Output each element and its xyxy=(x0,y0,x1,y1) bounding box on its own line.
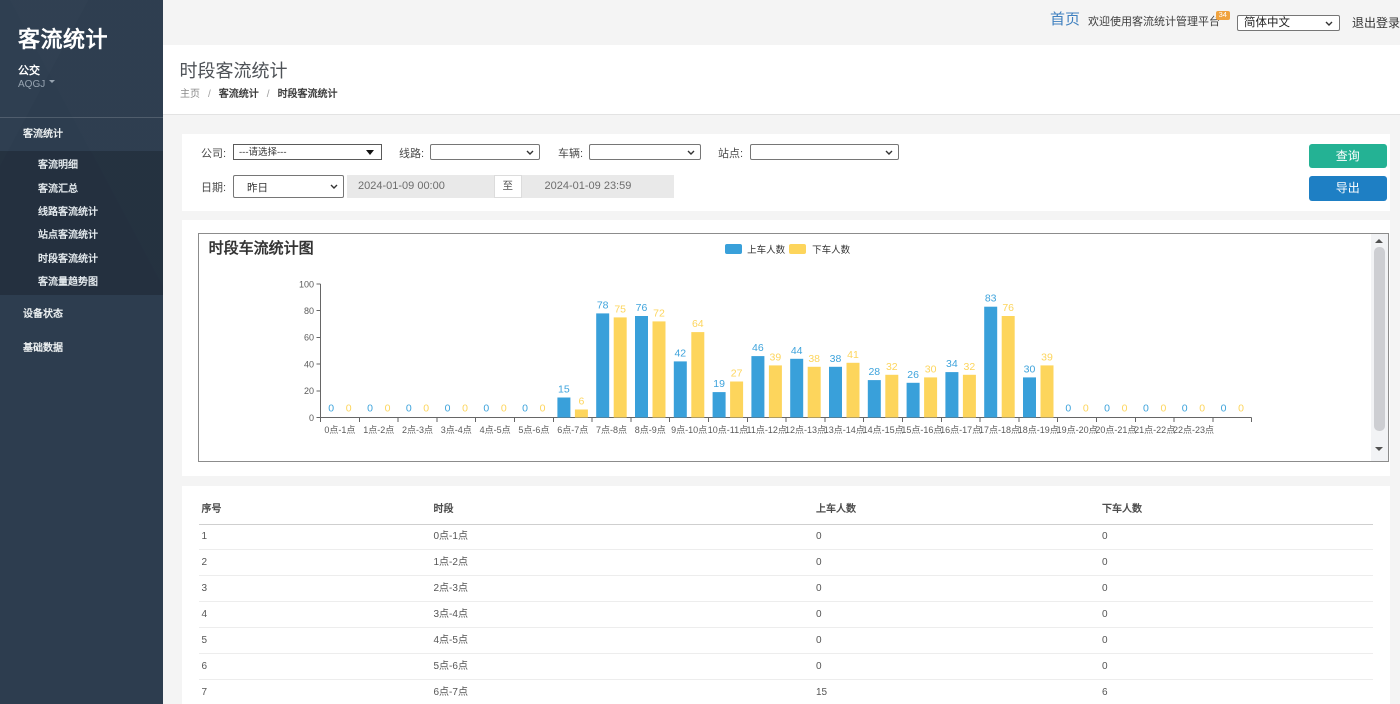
svg-text:100: 100 xyxy=(299,279,314,289)
svg-text:0: 0 xyxy=(328,402,334,414)
svg-text:19: 19 xyxy=(713,378,725,390)
svg-text:0: 0 xyxy=(1082,402,1088,414)
svg-text:0: 0 xyxy=(384,402,390,414)
svg-text:0: 0 xyxy=(1238,402,1244,414)
svg-text:76: 76 xyxy=(1002,302,1014,314)
svg-text:0: 0 xyxy=(1199,402,1205,414)
svg-text:20: 20 xyxy=(304,386,314,396)
svg-text:0点-1点: 0点-1点 xyxy=(324,425,355,435)
svg-text:13点-14点: 13点-14点 xyxy=(823,425,864,435)
svg-text:0: 0 xyxy=(522,402,528,414)
svg-text:7点-8点: 7点-8点 xyxy=(596,425,627,435)
svg-text:20点-21点: 20点-21点 xyxy=(1095,425,1136,435)
svg-text:16点-17点: 16点-17点 xyxy=(940,425,981,435)
svg-text:44: 44 xyxy=(790,345,802,357)
svg-text:30: 30 xyxy=(1023,363,1035,375)
svg-text:64: 64 xyxy=(692,318,704,330)
svg-text:18点-19点: 18点-19点 xyxy=(1017,425,1058,435)
svg-text:39: 39 xyxy=(1041,351,1053,363)
svg-text:0: 0 xyxy=(1121,402,1127,414)
svg-text:0: 0 xyxy=(539,402,545,414)
svg-text:10点-11点: 10点-11点 xyxy=(707,425,747,435)
svg-text:0: 0 xyxy=(1104,402,1110,414)
svg-text:76: 76 xyxy=(635,302,647,314)
svg-text:26: 26 xyxy=(907,369,919,381)
svg-text:6点-7点: 6点-7点 xyxy=(557,425,588,435)
svg-text:28: 28 xyxy=(868,366,880,378)
svg-text:2点-3点: 2点-3点 xyxy=(402,425,433,435)
svg-text:8点-9点: 8点-9点 xyxy=(634,425,665,435)
svg-text:0: 0 xyxy=(309,413,314,423)
svg-text:83: 83 xyxy=(984,293,996,305)
svg-text:0: 0 xyxy=(405,402,411,414)
svg-text:9点-10点: 9点-10点 xyxy=(671,425,707,435)
svg-text:78: 78 xyxy=(596,299,608,311)
svg-text:6: 6 xyxy=(578,395,584,407)
svg-text:38: 38 xyxy=(808,353,820,365)
svg-text:4点-5点: 4点-5点 xyxy=(479,425,510,435)
svg-text:0: 0 xyxy=(500,402,506,414)
svg-text:17点-18点: 17点-18点 xyxy=(979,425,1020,435)
svg-text:75: 75 xyxy=(614,303,626,315)
svg-text:0: 0 xyxy=(367,402,373,414)
svg-text:34: 34 xyxy=(946,358,958,370)
svg-text:30: 30 xyxy=(924,363,936,375)
svg-text:46: 46 xyxy=(752,342,764,354)
svg-text:32: 32 xyxy=(963,361,975,373)
svg-text:12点-13点: 12点-13点 xyxy=(785,425,826,435)
svg-text:15: 15 xyxy=(558,383,570,395)
svg-text:0: 0 xyxy=(1160,402,1166,414)
svg-text:0: 0 xyxy=(423,402,429,414)
svg-text:38: 38 xyxy=(829,353,841,365)
svg-text:41: 41 xyxy=(847,349,859,361)
svg-text:27: 27 xyxy=(730,367,742,379)
svg-text:0: 0 xyxy=(462,402,468,414)
svg-text:32: 32 xyxy=(886,361,898,373)
svg-text:0: 0 xyxy=(1181,402,1187,414)
svg-text:0: 0 xyxy=(345,402,351,414)
svg-text:39: 39 xyxy=(769,351,781,363)
svg-text:5点-6点: 5点-6点 xyxy=(518,425,549,435)
svg-text:0: 0 xyxy=(444,402,450,414)
svg-text:0: 0 xyxy=(483,402,489,414)
svg-text:60: 60 xyxy=(304,333,314,343)
svg-text:80: 80 xyxy=(304,306,314,316)
svg-text:72: 72 xyxy=(653,307,665,319)
svg-text:21点-22点: 21点-22点 xyxy=(1134,425,1175,435)
svg-text:42: 42 xyxy=(674,347,686,359)
svg-text:40: 40 xyxy=(304,359,314,369)
svg-text:19点-20点: 19点-20点 xyxy=(1056,425,1097,435)
svg-text:1点-2点: 1点-2点 xyxy=(363,425,394,435)
svg-text:15点-16点: 15点-16点 xyxy=(901,425,942,435)
svg-text:14点-15点: 14点-15点 xyxy=(862,425,903,435)
svg-text:22点-23点: 22点-23点 xyxy=(1173,425,1214,435)
svg-text:0: 0 xyxy=(1220,402,1226,414)
svg-text:0: 0 xyxy=(1143,402,1149,414)
svg-text:3点-4点: 3点-4点 xyxy=(440,425,471,435)
svg-text:0: 0 xyxy=(1065,402,1071,414)
svg-text:11点-12点: 11点-12点 xyxy=(746,425,786,435)
